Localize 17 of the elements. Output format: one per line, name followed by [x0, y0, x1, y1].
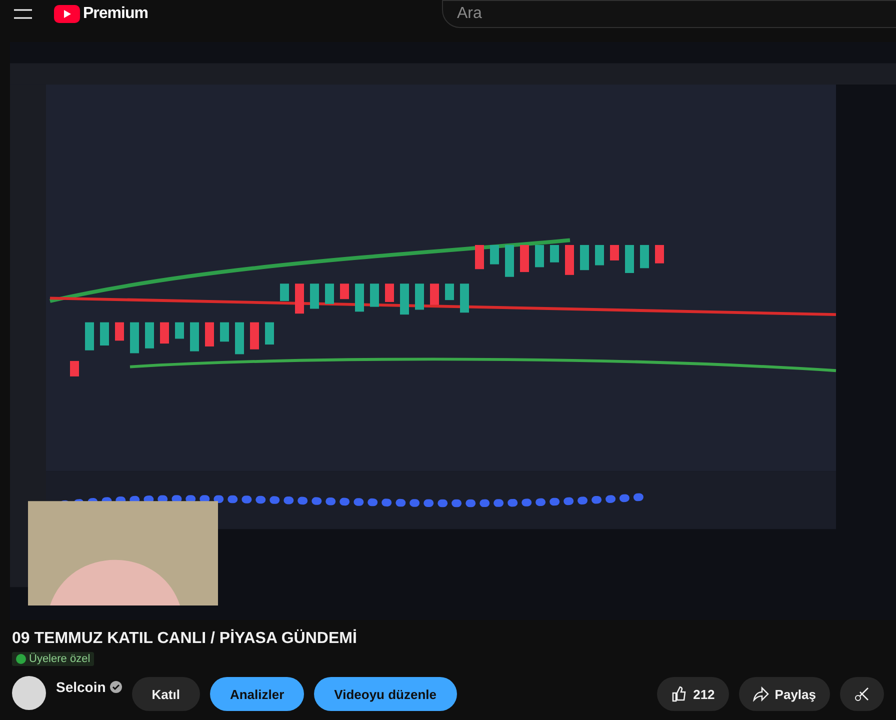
play-logo-icon: [54, 5, 80, 23]
menu-icon[interactable]: [14, 9, 32, 19]
action-button[interactable]: Videoyu düzenle: [314, 677, 456, 711]
clip-button[interactable]: [840, 677, 884, 711]
logo-text: Premium: [83, 5, 148, 23]
like-button[interactable]: 212: [657, 677, 729, 711]
channel-avatar[interactable]: [12, 676, 46, 710]
search-field[interactable]: Ara: [442, 0, 896, 28]
members-badge: Üyelere özel: [12, 652, 94, 666]
share-icon: [752, 686, 769, 702]
share-button[interactable]: Paylaş: [738, 677, 830, 711]
join-button[interactable]: Katıl: [132, 677, 200, 711]
thumbs-up-icon: [671, 686, 688, 702]
action-button[interactable]: Analizler: [210, 677, 304, 711]
video-title: 09 TEMMUZ KATIL CANLI / PİYASA GÜNDEMİ: [12, 630, 358, 648]
scissors-icon: [854, 686, 870, 702]
channel-name[interactable]: Selcoin: [56, 679, 106, 695]
